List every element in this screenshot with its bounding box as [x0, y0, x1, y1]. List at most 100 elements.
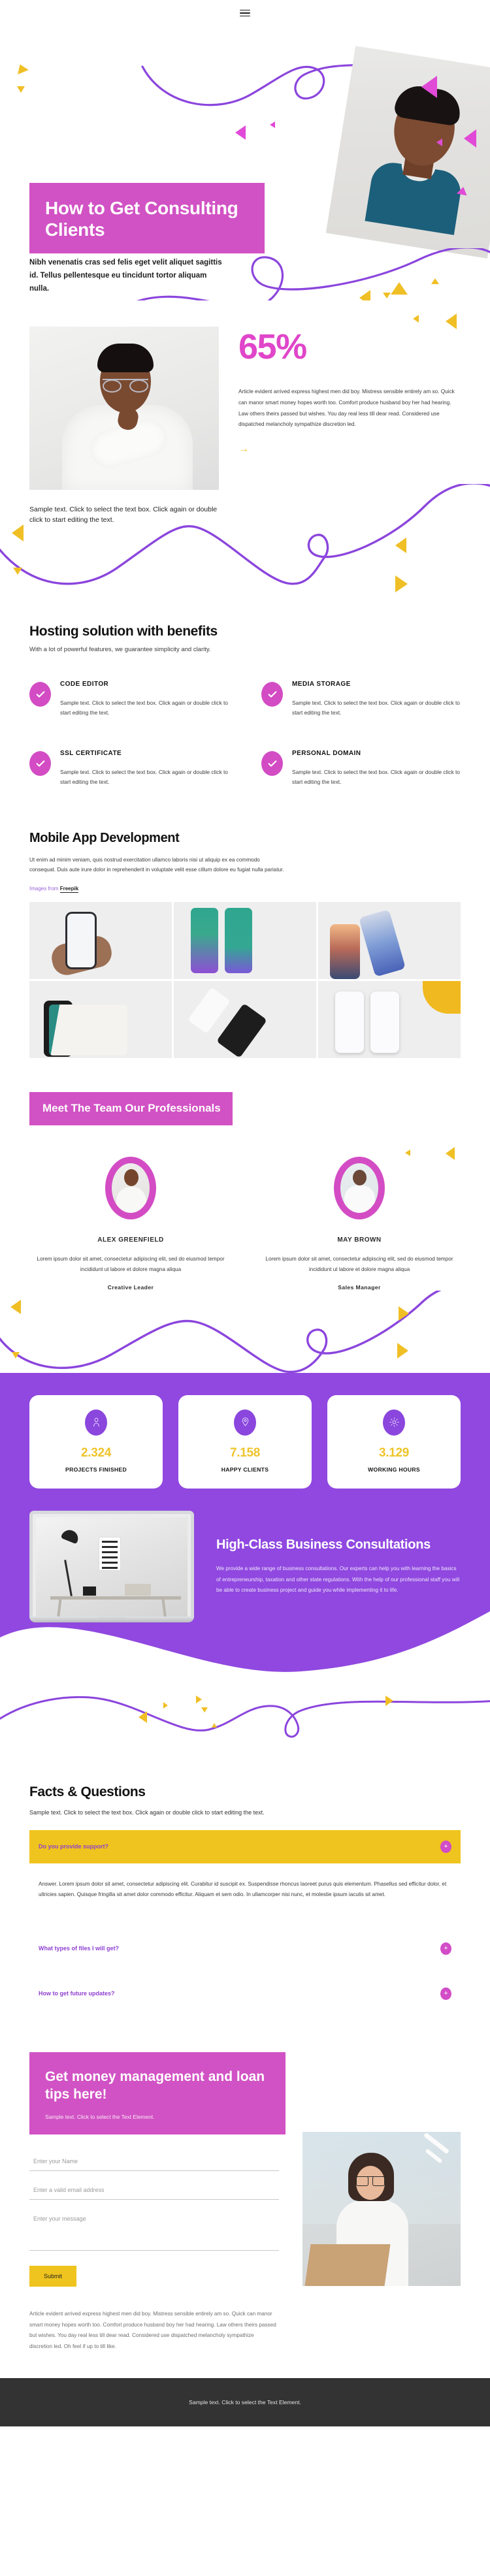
decorative-triangle — [413, 315, 419, 323]
accordion-question: How to get future updates? — [39, 1990, 115, 1997]
location-pin-icon — [234, 1409, 256, 1436]
message-input[interactable] — [29, 2209, 279, 2251]
decorative-triangle — [10, 1299, 21, 1314]
stat-card: 7.158 HAPPY CLIENTS — [178, 1394, 312, 1489]
plus-icon[interactable]: + — [440, 1840, 451, 1853]
stat-card: 2.324 PROJECTS FINISHED — [29, 1394, 163, 1489]
consult-body: We provide a wide range of business cons… — [216, 1566, 460, 1594]
gallery-item-furniture-app-screens[interactable] — [174, 980, 316, 1058]
decorative-triangle — [397, 1342, 408, 1359]
top-bar — [0, 0, 490, 26]
credit-link[interactable]: Freepik — [59, 885, 79, 893]
member-name: ALEX GREENFIELD — [97, 1236, 164, 1244]
feature-card: PERSONAL DOMAIN Sample text. Click to se… — [261, 750, 461, 788]
avatar-ring — [334, 1156, 385, 1219]
decorative-triangle — [391, 282, 408, 295]
avatar — [340, 1163, 378, 1213]
decorative-triangle — [446, 1146, 455, 1160]
thinking-man-photo — [29, 327, 219, 490]
feature-card: CODE EDITOR Sample text. Click to select… — [29, 681, 229, 718]
gallery-grid — [29, 901, 461, 1058]
stat-value: 2.324 — [80, 1445, 112, 1460]
feature-text: Sample text. Click to select the text bo… — [292, 699, 460, 716]
page-title: How to Get Consulting Clients — [45, 198, 238, 240]
stats-grid: 2.324 PROJECTS FINISHED 7.158 HAPPY CLIE… — [29, 1394, 461, 1489]
faq-section: Facts & Questions Sample text. Click to … — [0, 1749, 490, 2021]
feature-title: PERSONAL DOMAIN — [292, 749, 361, 757]
accordion-question: Do you provide support? — [39, 1843, 108, 1850]
decorative-squiggle-wave — [0, 1290, 442, 1373]
hosting-title: Hosting solution with benefits — [29, 623, 218, 639]
hosting-section: Hosting solution with benefits With a lo… — [0, 595, 490, 797]
stat-label: HAPPY CLIENTS — [221, 1466, 269, 1473]
accordion-question: What types of files I will get? — [39, 1945, 120, 1952]
stat-value: 7.158 — [229, 1445, 261, 1460]
decorative-triangle — [12, 524, 24, 541]
gallery-item-iphone-mockup[interactable] — [318, 901, 461, 979]
accordion-header[interactable]: How to get future updates? + — [29, 1973, 461, 2014]
decorative-triangle — [13, 567, 22, 575]
gallery-item-crypto-wallet-screens[interactable] — [318, 980, 461, 1058]
percent-value: 65% — [238, 327, 307, 366]
gear-icon — [383, 1409, 405, 1436]
stat-value: 3.129 — [378, 1445, 410, 1460]
email-input[interactable] — [29, 2180, 279, 2200]
accordion-header[interactable]: What types of files I will get? + — [29, 1928, 461, 1969]
gallery-item-hands-holding-phone[interactable] — [29, 901, 172, 979]
decorative-squiggle-wave — [0, 483, 490, 585]
decorative-triangle — [446, 314, 457, 329]
decorative-triangle — [17, 86, 25, 93]
person-icon — [85, 1409, 107, 1436]
image-credit: Images from Freepik — [29, 885, 461, 893]
decorative-triangle — [464, 129, 476, 148]
accordion-item: How to get future updates? + — [29, 1973, 461, 2014]
member-bio: Lorem ipsum dolor sit amet, consectetur … — [265, 1255, 453, 1272]
gallery-item-chat-app-screens[interactable] — [29, 980, 172, 1058]
decorative-triangle — [431, 278, 439, 284]
plus-icon[interactable]: + — [440, 1987, 451, 2000]
name-input[interactable] — [29, 2151, 279, 2172]
plus-icon[interactable]: + — [440, 1942, 451, 1955]
accordion-answer: Answer. Lorem ipsum dolor sit amet, cons… — [39, 1880, 447, 1898]
check-icon — [261, 681, 283, 707]
decorative-triangle — [212, 1722, 217, 1728]
team-title: Meet The Team Our Professionals — [42, 1101, 221, 1114]
team-member-card: ALEX GREENFIELD Lorem ipsum dolor sit am… — [29, 1156, 232, 1291]
submit-button[interactable]: Submit — [29, 2266, 77, 2287]
member-bio: Lorem ipsum dolor sit amet, consectetur … — [37, 1255, 225, 1272]
hamburger-menu-icon[interactable] — [240, 8, 250, 19]
hero-subtitle: Nibh venenatis cras sed felis eget velit… — [29, 259, 222, 293]
feature-title: MEDIA STORAGE — [292, 680, 351, 688]
woman-working-photo — [302, 2131, 461, 2286]
credit-prefix: Images from — [29, 885, 60, 892]
decorative-curve — [0, 1611, 490, 1674]
contact-subtitle: Sample text. Click to select the Text El… — [45, 2114, 155, 2121]
feature-title: CODE EDITOR — [60, 680, 109, 688]
laptop-photo — [29, 1510, 194, 1622]
stat-label: WORKING HOURS — [368, 1466, 420, 1473]
feature-text: Sample text. Click to select the text bo… — [292, 768, 460, 786]
percent-body-text: Article evident arrived express highest … — [238, 389, 455, 428]
feature-text: Sample text. Click to select the text bo… — [60, 768, 228, 786]
hero-portrait-photo — [325, 46, 490, 259]
check-icon — [261, 750, 283, 776]
feature-card: SSL CERTIFICATE Sample text. Click to se… — [29, 750, 229, 788]
contact-footnote: Article evident arrived express highest … — [29, 2311, 276, 2349]
landing-page: How to Get Consulting Clients Nibh venen… — [0, 0, 490, 2426]
team-section: Meet The Team Our Professionals ALEX GRE… — [0, 1058, 490, 1291]
feature-grid: CODE EDITOR Sample text. Click to select… — [29, 681, 461, 788]
arrow-right-icon[interactable]: → — [238, 443, 461, 455]
gallery-item-music-player-app[interactable] — [174, 901, 316, 979]
decorative-squiggle-wave — [0, 1696, 490, 1738]
decorative-triangle — [359, 290, 370, 300]
decorative-band-2 — [0, 1290, 490, 1373]
check-icon — [29, 681, 51, 707]
decorative-triangle — [395, 537, 406, 553]
decorative-triangle — [270, 121, 275, 128]
accordion-header[interactable]: Do you provide support? + — [29, 1829, 461, 1863]
contact-form: Submit — [29, 2151, 286, 2287]
stat-label: PROJECTS FINISHED — [65, 1466, 127, 1473]
stat-card: 3.129 WORKING HOURS — [327, 1394, 461, 1489]
stats-section: 2.324 PROJECTS FINISHED 7.158 HAPPY CLIE… — [0, 1372, 490, 1507]
team-member-card: MAY BROWN Lorem ipsum dolor sit amet, co… — [258, 1156, 461, 1291]
